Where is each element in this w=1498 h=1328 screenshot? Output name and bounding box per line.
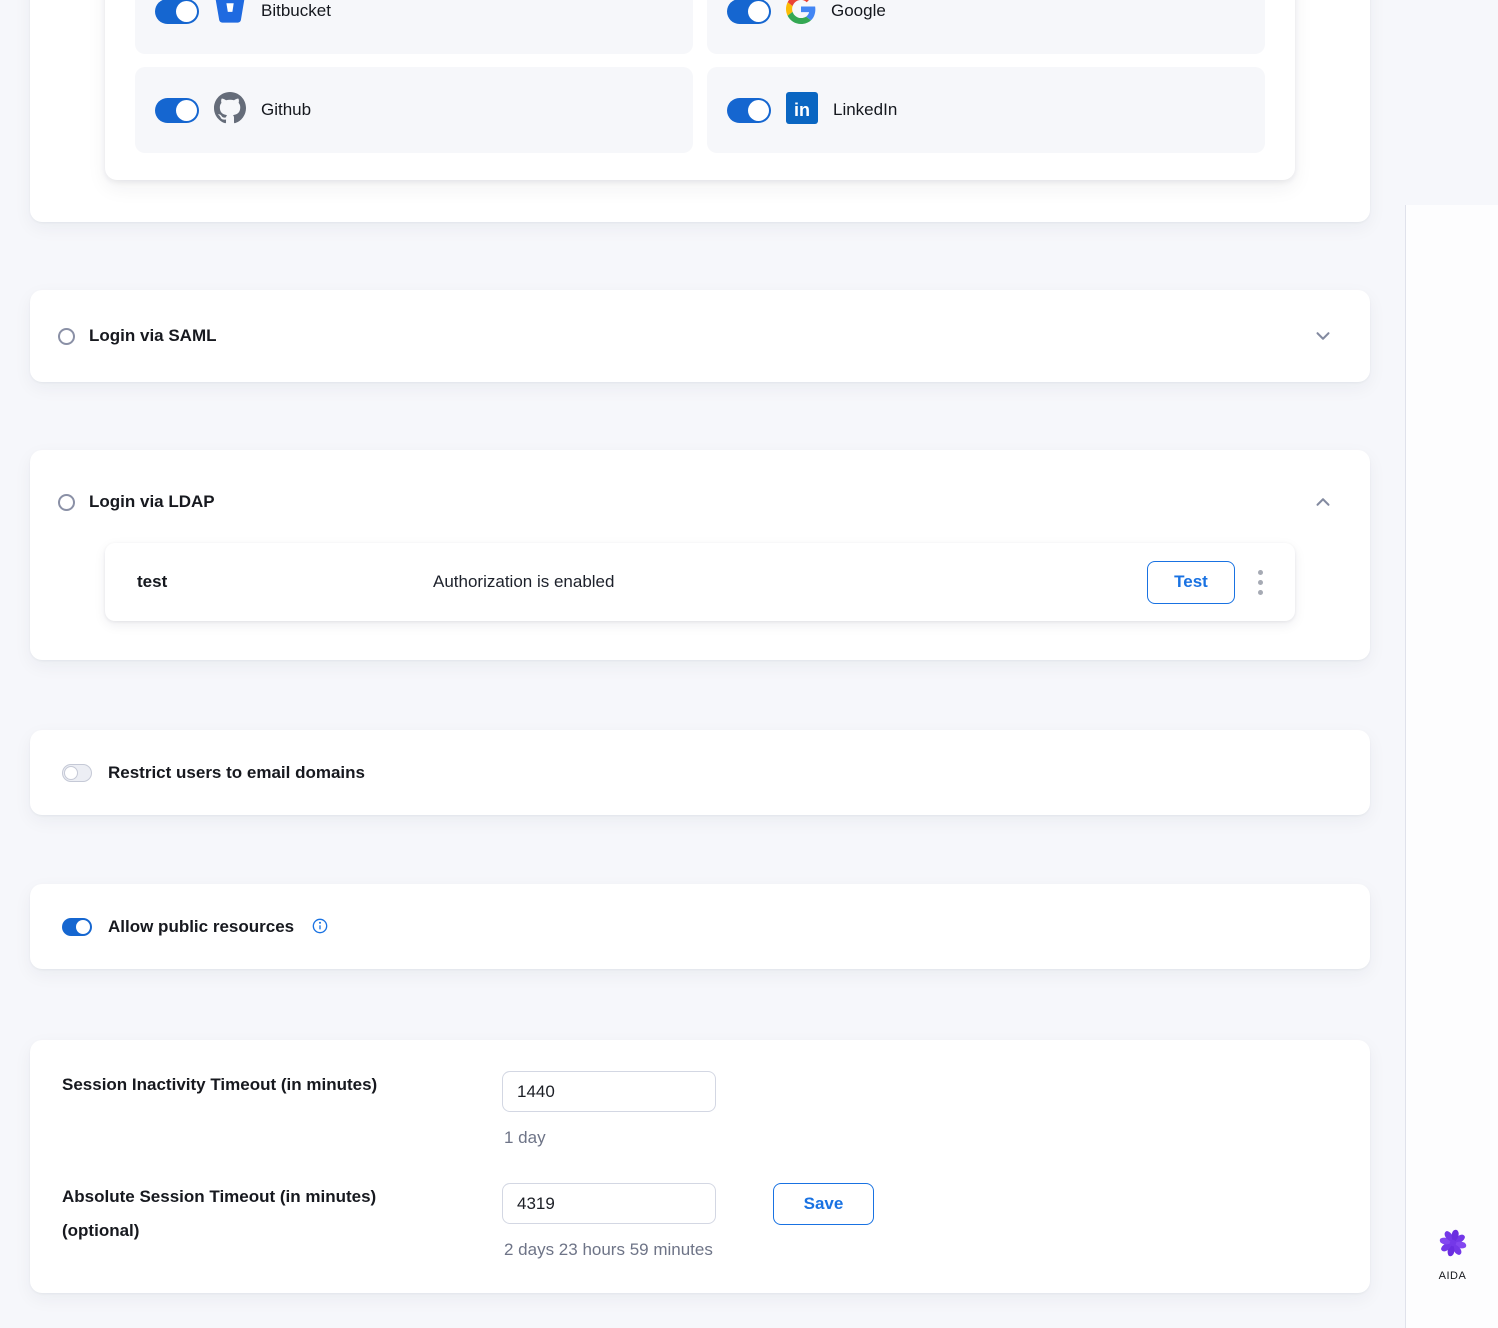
- restrict-domains-card: Restrict users to email domains: [30, 730, 1370, 815]
- ldap-section-header[interactable]: Login via LDAP: [30, 450, 1370, 554]
- provider-row-google: Google: [707, 0, 1265, 54]
- saml-section-header[interactable]: Login via SAML: [30, 290, 1370, 382]
- public-resources-toggle[interactable]: [62, 918, 92, 936]
- public-resources-card: Allow public resources: [30, 884, 1370, 969]
- auth-settings-page: Bitbucket Google: [0, 0, 1498, 1328]
- absolute-timeout-input[interactable]: [502, 1183, 716, 1224]
- assistant-side-panel: AIDA: [1405, 205, 1498, 1328]
- ldap-section-title: Login via LDAP: [89, 492, 215, 512]
- aida-label: AIDA: [1439, 1270, 1467, 1282]
- svg-text:in: in: [794, 100, 810, 120]
- github-icon: [214, 92, 246, 129]
- inactivity-timeout-input[interactable]: [502, 1071, 716, 1112]
- aida-flower-icon: [1437, 1227, 1469, 1264]
- ldap-section-card: Login via LDAP test Authorization is ena…: [30, 450, 1370, 660]
- provider-label: Google: [831, 1, 886, 21]
- github-toggle[interactable]: [155, 98, 199, 123]
- google-icon: [786, 0, 816, 29]
- aida-assistant-button[interactable]: AIDA: [1406, 1227, 1498, 1282]
- chevron-down-icon[interactable]: [1312, 325, 1334, 347]
- provider-row-bitbucket: Bitbucket: [135, 0, 693, 54]
- ldap-radio[interactable]: [58, 494, 75, 511]
- public-resources-title: Allow public resources: [108, 917, 294, 937]
- info-icon[interactable]: [312, 918, 328, 934]
- google-toggle[interactable]: [727, 0, 771, 24]
- restrict-domains-title: Restrict users to email domains: [108, 763, 365, 783]
- oauth-providers-list: Bitbucket Google: [105, 0, 1295, 180]
- inactivity-timeout-label: Session Inactivity Timeout (in minutes): [62, 1068, 377, 1102]
- saml-radio[interactable]: [58, 328, 75, 345]
- absolute-timeout-label: Absolute Session Timeout (in minutes) (o…: [62, 1180, 462, 1248]
- bitbucket-icon: [214, 0, 246, 29]
- ldap-connection-row: test Authorization is enabled Test: [105, 543, 1295, 621]
- ldap-connection-status: Authorization is enabled: [433, 572, 614, 592]
- linkedin-icon: in: [786, 92, 818, 129]
- provider-label: Bitbucket: [261, 1, 331, 21]
- oauth-providers-card: Bitbucket Google: [30, 0, 1370, 222]
- provider-label: LinkedIn: [833, 100, 897, 120]
- inactivity-timeout-helper: 1 day: [504, 1128, 546, 1148]
- restrict-domains-toggle[interactable]: [62, 764, 92, 782]
- bitbucket-toggle[interactable]: [155, 0, 199, 24]
- provider-label: Github: [261, 100, 311, 120]
- saml-section-card: Login via SAML: [30, 290, 1370, 382]
- saml-section-title: Login via SAML: [89, 326, 217, 346]
- provider-row-linkedin: in LinkedIn: [707, 67, 1265, 153]
- linkedin-toggle[interactable]: [727, 98, 771, 123]
- ldap-test-button[interactable]: Test: [1147, 561, 1235, 604]
- provider-row-github: Github: [135, 67, 693, 153]
- session-timeout-card: Session Inactivity Timeout (in minutes) …: [30, 1040, 1370, 1293]
- absolute-timeout-helper: 2 days 23 hours 59 minutes: [504, 1240, 713, 1260]
- kebab-menu-icon[interactable]: [1254, 566, 1267, 599]
- save-button[interactable]: Save: [773, 1183, 874, 1225]
- ldap-connection-name: test: [137, 572, 433, 592]
- chevron-up-icon[interactable]: [1312, 491, 1334, 513]
